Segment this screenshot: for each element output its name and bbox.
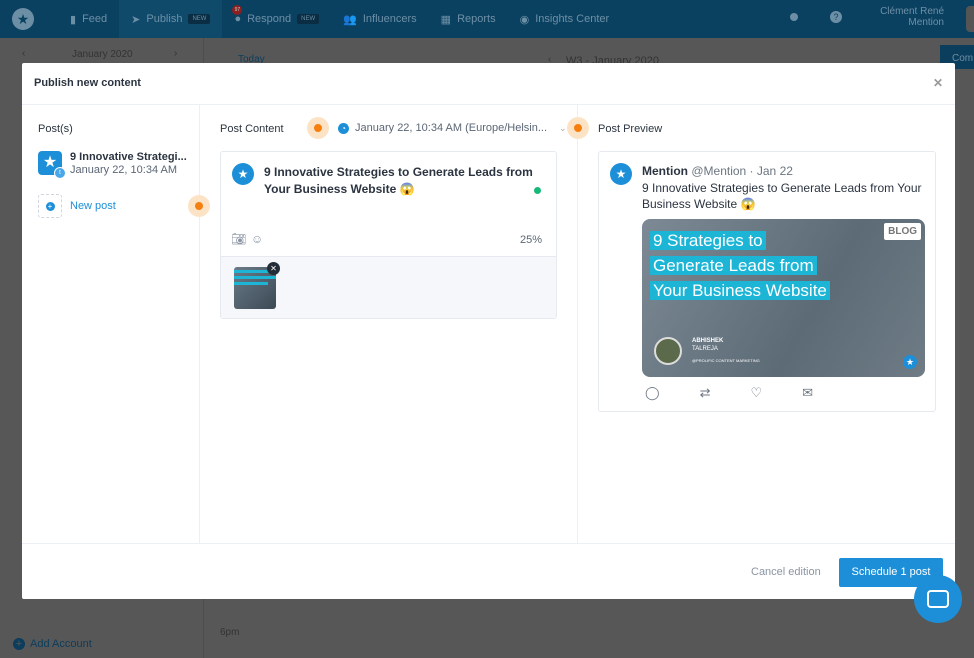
tweet-image[interactable]: 9 Strategies to Generate Leads from Your… bbox=[642, 219, 925, 377]
status-dot-icon[interactable] bbox=[790, 13, 798, 21]
post-content-column: Post Content ◔ January 22, 10:34 AM (Euro… bbox=[200, 105, 578, 543]
new-badge: NEW bbox=[297, 14, 320, 24]
camera-icon[interactable]: 📷︎ bbox=[231, 232, 246, 246]
nav-influencers[interactable]: 👥 Influencers bbox=[331, 0, 429, 38]
modal-title: Publish new content bbox=[34, 77, 141, 89]
media-tray: ✕ bbox=[221, 256, 556, 318]
top-nav: ★ ▮ Feed ➤ Publish NEW 97 ● Respond NEW 👥 Influ… bbox=[0, 0, 974, 38]
mention-logo-icon: ★ bbox=[903, 355, 917, 369]
post-editor: ★ 9 Innovative Strategies to Generate Le… bbox=[220, 151, 557, 319]
nav-reports[interactable]: ▦ Reports bbox=[429, 0, 508, 38]
nav-publish[interactable]: ➤ Publish NEW bbox=[119, 0, 223, 38]
chevron-down-icon: ⌄ bbox=[559, 122, 567, 133]
modal-footer: Cancel edition Schedule 1 post bbox=[22, 543, 955, 599]
compass-icon: ◉ bbox=[519, 13, 530, 26]
send-icon: ➤ bbox=[131, 13, 141, 26]
mention-logo-icon[interactable]: ★ bbox=[12, 8, 34, 30]
publish-modal: Publish new content ✕ Post(s) ★ t 9 Innova… bbox=[22, 63, 955, 599]
avatar[interactable] bbox=[966, 6, 974, 32]
nav-feed[interactable]: ▮ Feed bbox=[58, 0, 119, 38]
reply-icon[interactable]: ◯ bbox=[645, 385, 660, 401]
emoji-icon[interactable]: ☺ bbox=[251, 232, 263, 246]
posts-label: Post(s) bbox=[38, 123, 73, 135]
account-avatar: ★ t bbox=[38, 151, 66, 179]
account-avatar: ★ bbox=[232, 163, 254, 185]
twitter-icon: t bbox=[54, 167, 66, 179]
remove-media-icon[interactable]: ✕ bbox=[267, 262, 280, 275]
feed-icon: ▮ bbox=[70, 13, 77, 26]
posts-column: Post(s) ★ t 9 Innovative Strategi... Janua… bbox=[22, 105, 210, 543]
modal-header: Publish new content ✕ bbox=[22, 63, 955, 105]
reports-icon: ▦ bbox=[440, 13, 452, 26]
help-icon[interactable]: ? bbox=[830, 11, 842, 23]
mail-icon[interactable]: ✉ bbox=[802, 385, 813, 401]
new-badge: NEW bbox=[188, 14, 211, 24]
retweet-icon[interactable]: ⇄ bbox=[700, 385, 711, 401]
clock-icon: ◔ bbox=[338, 122, 349, 134]
nav-respond[interactable]: 97 ● Respond NEW bbox=[222, 0, 331, 38]
users-icon: 👥 bbox=[343, 13, 357, 26]
cancel-button[interactable]: Cancel edition bbox=[751, 566, 821, 578]
tweet-preview: ★ Mention @Mention · Jan 22 9 Innovative… bbox=[598, 151, 936, 412]
plus-icon: + bbox=[13, 638, 25, 650]
plus-icon: + bbox=[45, 201, 55, 211]
close-icon[interactable]: ✕ bbox=[933, 76, 943, 90]
post-content-label: Post Content bbox=[220, 123, 284, 135]
tweet-actions: ◯ ⇄ ♡ ✉ bbox=[645, 385, 813, 401]
character-progress: 25% bbox=[519, 234, 542, 246]
chat-icon bbox=[927, 590, 949, 608]
schedule-dropdown[interactable]: ◔ January 22, 10:34 AM (Europe/Helsin... ⌄ bbox=[338, 122, 567, 134]
account-avatar: ★ bbox=[610, 163, 632, 185]
post-text-input[interactable]: 9 Innovative Strategies to Generate Lead… bbox=[264, 164, 534, 198]
post-list-item[interactable]: ★ t 9 Innovative Strategi... January 22, 1… bbox=[38, 151, 187, 179]
new-post-button[interactable]: + New post bbox=[38, 194, 116, 218]
post-preview-label: Post Preview bbox=[598, 123, 663, 135]
time-label: 6pm bbox=[220, 627, 240, 638]
nav-insights[interactable]: ◉ Insights Center bbox=[508, 0, 622, 38]
chat-widget-button[interactable] bbox=[914, 575, 962, 623]
author-avatar bbox=[654, 337, 682, 365]
user-menu[interactable]: Clément René Mention bbox=[880, 6, 944, 28]
post-preview-column: Post Preview ★ Mention @Mention · Jan 22… bbox=[578, 105, 955, 543]
status-dot bbox=[534, 187, 541, 194]
like-icon[interactable]: ♡ bbox=[750, 385, 762, 401]
add-account-button[interactable]: + Add Account bbox=[13, 638, 92, 650]
tweet-text: 9 Innovative Strategies to Generate Lead… bbox=[642, 181, 922, 211]
hotspot-icon[interactable] bbox=[307, 117, 329, 139]
